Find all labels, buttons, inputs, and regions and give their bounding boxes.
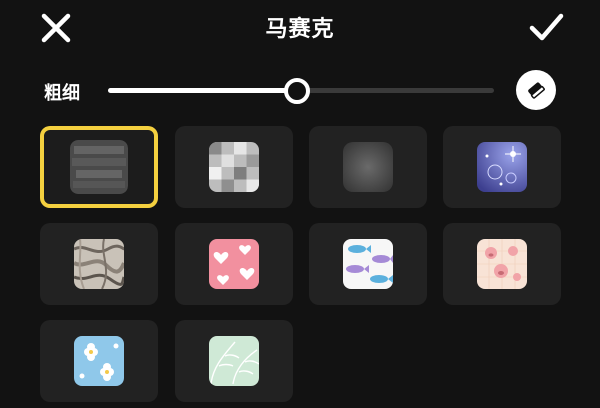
pink-hearts-thumbnail bbox=[209, 239, 259, 289]
pink-pig-thumbnail bbox=[477, 239, 527, 289]
slider-fill bbox=[108, 88, 298, 93]
mosaic-style-green-leaves[interactable] bbox=[175, 320, 293, 402]
mosaic-style-pink-hearts[interactable] bbox=[175, 223, 293, 305]
mosaic-style-blue-flowers[interactable] bbox=[40, 320, 158, 402]
checker-pixel-thumbnail bbox=[209, 142, 259, 192]
mosaic-style-pink-pig[interactable] bbox=[443, 223, 561, 305]
eraser-button[interactable] bbox=[516, 70, 556, 110]
green-leaves-thumbnail bbox=[209, 336, 259, 386]
checkmark-icon bbox=[529, 13, 564, 41]
confirm-button[interactable] bbox=[526, 10, 566, 46]
page-title: 马赛克 bbox=[265, 17, 335, 42]
blue-fish-thumbnail bbox=[343, 239, 393, 289]
sparkle-purple-thumbnail bbox=[477, 142, 527, 192]
mosaic-style-marble[interactable] bbox=[40, 223, 158, 305]
mosaic-style-checker-pixel[interactable] bbox=[175, 126, 293, 208]
mosaic-style-blur-pixel[interactable] bbox=[40, 126, 158, 208]
marble-thumbnail bbox=[74, 239, 124, 289]
mosaic-style-soft-blur[interactable] bbox=[309, 126, 427, 208]
top-bar: 马赛克 bbox=[0, 0, 600, 56]
eraser-icon bbox=[528, 82, 545, 99]
blur-pixel-thumbnail bbox=[70, 140, 128, 194]
mosaic-style-sparkle-purple[interactable] bbox=[443, 126, 561, 208]
mosaic-style-blue-fish[interactable] bbox=[309, 223, 427, 305]
brush-size-slider[interactable] bbox=[108, 78, 494, 104]
blue-flowers-thumbnail bbox=[74, 336, 124, 386]
brush-size-label: 粗细 bbox=[44, 83, 80, 104]
soft-blur-thumbnail bbox=[343, 142, 393, 192]
slider-thumb[interactable] bbox=[284, 78, 311, 104]
brush-size-row: 粗细 bbox=[0, 70, 600, 114]
